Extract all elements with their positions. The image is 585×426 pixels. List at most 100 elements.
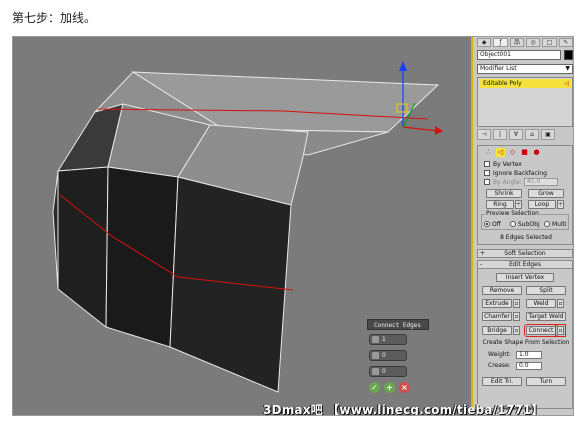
bridge-button[interactable]: Bridge xyxy=(482,326,512,335)
show-end-result-icon[interactable]: | xyxy=(493,129,507,140)
border-icon[interactable]: ◇ xyxy=(508,148,517,157)
edit-edges-rollout-header[interactable]: - Edit Edges xyxy=(477,260,573,269)
configure-sets-icon[interactable]: ▣ xyxy=(541,129,555,140)
checkbox-box xyxy=(484,161,490,167)
connect-button[interactable]: Connect xyxy=(524,324,558,337)
angle-spinner[interactable]: 45.0 xyxy=(524,178,558,186)
preview-off-radio[interactable]: Off xyxy=(484,220,501,228)
extrude-settings-icon[interactable]: ▫ xyxy=(513,299,520,308)
edit-edges-rollout: Insert Vertex Remove Split Extrude ▫ Wel… xyxy=(477,269,573,409)
vertex-icon[interactable]: ∴ xyxy=(484,148,493,157)
shrink-button[interactable]: Shrink xyxy=(486,189,522,198)
connect-settings-icon[interactable]: ▫ xyxy=(555,324,566,337)
expand-icon: + xyxy=(480,250,486,257)
watermark-text: 3Dmax吧 【www.linecg.com/tieba/1771】 xyxy=(263,403,544,416)
extrude-button[interactable]: Extrude xyxy=(482,299,512,308)
edge-icon[interactable]: ◁ xyxy=(496,148,505,157)
loop-button[interactable]: Loop xyxy=(528,200,556,209)
split-button[interactable]: Split xyxy=(526,286,566,295)
modifier-stack: Editable Poly ◁ xyxy=(477,77,573,127)
loop-spinner[interactable]: ÷ xyxy=(557,200,564,209)
polygon-icon[interactable]: ■ xyxy=(520,148,529,157)
element-icon[interactable]: ● xyxy=(532,148,541,157)
remove-modifier-icon[interactable]: ⌂ xyxy=(525,129,539,140)
radio-dot xyxy=(510,221,516,227)
chamfer-button[interactable]: Chamfer xyxy=(482,312,512,321)
radio-dot xyxy=(544,221,550,227)
edit-edges-label: Edit Edges xyxy=(509,261,541,268)
stack-tools: ⊣ | ∀ ⌂ ▣ xyxy=(477,129,573,141)
checkbox-box xyxy=(484,179,490,185)
command-panel-tabs: ◆ ƒ 品 ◎ □ ✎ xyxy=(477,38,573,48)
crease-spinner[interactable]: 0.0 xyxy=(516,362,542,370)
preview-selection-title: Preview Selection xyxy=(485,210,540,217)
ignore-backfacing-label: Ignore Backfacing xyxy=(493,169,547,177)
remove-button[interactable]: Remove xyxy=(482,286,522,295)
make-unique-icon[interactable]: ∀ xyxy=(509,129,523,140)
by-angle-checkbox[interactable]: By Angle: xyxy=(484,178,522,186)
radio-dot xyxy=(484,221,490,227)
slide-field[interactable]: 0 xyxy=(369,366,407,377)
preview-off-label: Off xyxy=(492,220,501,228)
utilities-tab[interactable]: ✎ xyxy=(558,38,573,47)
preview-subobj-label: SubObj xyxy=(518,220,540,228)
by-vertex-checkbox[interactable]: By Vertex xyxy=(484,160,522,168)
cancel-x-icon[interactable]: × xyxy=(399,382,410,393)
mesh-face xyxy=(57,166,109,329)
turn-button[interactable]: Turn xyxy=(526,377,566,386)
preview-multi-radio[interactable]: Multi xyxy=(544,220,567,228)
slide-value: 0 xyxy=(382,368,386,375)
mesh-face xyxy=(105,166,179,348)
segments-field[interactable]: 1 xyxy=(369,334,407,345)
insert-vertex-button[interactable]: Insert Vertex xyxy=(496,273,554,282)
stack-item-label: Editable Poly xyxy=(483,80,522,87)
pinch-value: 0 xyxy=(382,352,386,359)
target-weld-button[interactable]: Target Weld xyxy=(526,312,566,321)
create-shape-button[interactable]: Create Shape From Selection xyxy=(478,339,573,346)
collapse-icon: - xyxy=(480,261,483,268)
display-tab[interactable]: □ xyxy=(542,38,557,47)
weld-button[interactable]: Weld xyxy=(526,299,556,308)
weight-label: Weight: xyxy=(488,351,511,358)
segments-icon xyxy=(372,336,379,343)
selection-rollout: ∴ ◁ ◇ ■ ● By Vertex Ignore Backfacing By… xyxy=(477,145,573,245)
object-name-field[interactable]: Object001 xyxy=(477,50,561,60)
modifier-list-dropdown[interactable]: Modifier List ▼ xyxy=(477,64,573,74)
object-color-swatch[interactable] xyxy=(564,50,573,60)
edit-tri-button[interactable]: Edit Tri. xyxy=(482,377,522,386)
pinch-icon xyxy=(372,352,379,359)
bridge-settings-icon[interactable]: ▫ xyxy=(513,326,520,335)
by-angle-label: By Angle: xyxy=(493,178,522,186)
chamfer-settings-icon[interactable]: ▫ xyxy=(513,312,520,321)
modifier-list-label: Modifier List xyxy=(480,65,517,72)
ok-check-icon[interactable]: ✓ xyxy=(369,382,380,393)
ring-spinner[interactable]: ÷ xyxy=(515,200,522,209)
ignore-backfacing-checkbox[interactable]: Ignore Backfacing xyxy=(484,169,547,177)
create-tab[interactable]: ◆ xyxy=(477,38,492,47)
soft-selection-rollout-header[interactable]: + Soft Selection xyxy=(477,249,573,258)
weight-spinner[interactable]: 1.0 xyxy=(516,351,542,359)
pin-stack-icon[interactable]: ⊣ xyxy=(477,129,491,140)
pinch-field[interactable]: 0 xyxy=(369,350,407,361)
connect-edges-caddy[interactable]: Connect Edges 1 0 0 ✓ + × xyxy=(367,319,429,397)
hierarchy-tab[interactable]: 品 xyxy=(509,38,524,47)
chevron-down-icon: ▼ xyxy=(565,65,570,72)
crease-label: Crease: xyxy=(488,362,511,369)
pin-icon: ◁ xyxy=(564,80,569,87)
stack-item-editable-poly[interactable]: Editable Poly ◁ xyxy=(479,79,571,88)
soft-selection-label: Soft Selection xyxy=(504,250,546,257)
preview-subobj-radio[interactable]: SubObj xyxy=(510,220,540,228)
command-panel: ◆ ƒ 品 ◎ □ ✎ Object001 Modifier List ▼ Ed… xyxy=(471,37,573,415)
weld-settings-icon[interactable]: ▫ xyxy=(557,299,564,308)
mesh-face xyxy=(52,170,59,290)
motion-tab[interactable]: ◎ xyxy=(525,38,541,47)
modify-tab[interactable]: ƒ xyxy=(493,38,508,47)
grow-button[interactable]: Grow xyxy=(528,189,564,198)
3dsmax-screenshot: Connect Edges 1 0 0 ✓ + × ◆ ƒ 品 ◎ □ ✎ Ob… xyxy=(12,36,574,416)
perspective-viewport[interactable]: Connect Edges 1 0 0 ✓ + × xyxy=(13,37,469,415)
preview-selection-group: Preview Selection Off SubObj Multi xyxy=(481,210,569,230)
ring-button[interactable]: Ring xyxy=(486,200,514,209)
mesh-face xyxy=(169,176,292,393)
apply-plus-icon[interactable]: + xyxy=(384,382,395,393)
checkbox-box xyxy=(484,170,490,176)
